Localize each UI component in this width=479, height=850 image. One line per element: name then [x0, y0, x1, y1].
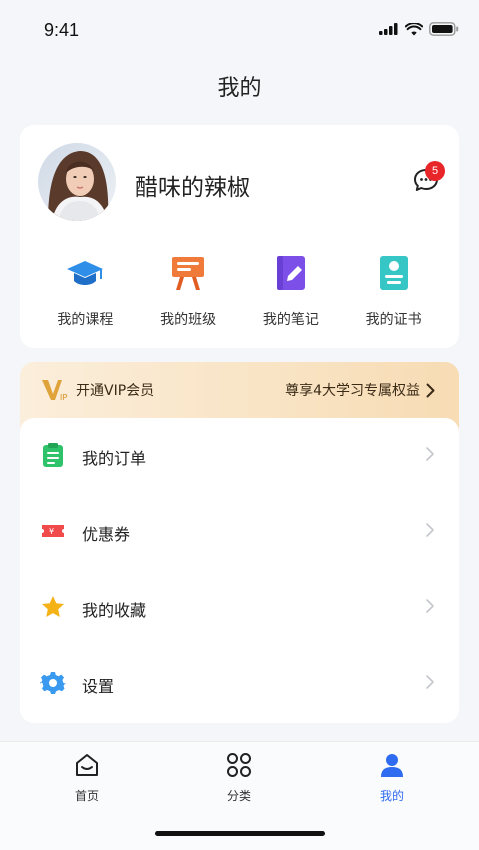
menu-label: 我的订单 — [82, 449, 147, 468]
settings-gear-icon — [40, 672, 66, 694]
status-time: 9:41 — [44, 20, 80, 40]
quick-link-label: 我的课程 — [57, 312, 114, 328]
chevron-right-icon — [426, 523, 434, 537]
chevron-right-icon — [426, 383, 435, 397]
graduation-cap-icon — [67, 261, 104, 285]
vip-benefit-link[interactable]: 尊享4大学习专属权益 — [285, 380, 435, 400]
chevron-right-icon — [426, 447, 434, 461]
menu-item-coupons[interactable]: ¥ 优惠券 — [20, 502, 459, 562]
vip-benefit-text: 尊享4大学习专属权益 — [285, 383, 420, 399]
signal-icon — [379, 23, 398, 35]
quick-link-notes[interactable]: 我的笔记 — [246, 253, 336, 329]
avatar[interactable] — [38, 143, 116, 221]
menu-label: 优惠券 — [82, 525, 131, 544]
tab-label: 首页 — [74, 789, 99, 803]
quick-link-label: 我的班级 — [160, 312, 217, 328]
certificate-icon — [379, 256, 408, 290]
profile-card: 醋味的辣椒 5 我的课程 我的班级 我的笔记 我的证书 — [20, 125, 459, 348]
chevron-right-icon — [426, 675, 434, 689]
menu-label: 我的收藏 — [82, 601, 147, 620]
tab-mine[interactable]: 我的 — [362, 752, 422, 804]
quick-link-courses[interactable]: 我的课程 — [40, 253, 130, 329]
tab-home[interactable]: 首页 — [57, 752, 117, 804]
battery-icon — [429, 22, 459, 36]
vip-label: 开通VIP会员 — [76, 383, 155, 399]
quick-links: 我的课程 我的班级 我的笔记 我的证书 — [20, 253, 459, 329]
home-indicator[interactable] — [155, 831, 325, 836]
message-count-badge: 5 — [425, 161, 445, 181]
vip-logo-icon: IP — [42, 380, 68, 402]
quick-link-classes[interactable]: 我的班级 — [143, 253, 233, 329]
class-board-icon — [172, 257, 205, 290]
menu-label: 设置 — [82, 677, 115, 696]
tab-category[interactable]: 分类 — [209, 752, 269, 804]
tab-label: 我的 — [379, 789, 404, 803]
menu-item-orders[interactable]: 我的订单 — [20, 426, 459, 486]
svg-text:¥: ¥ — [49, 527, 54, 536]
order-clipboard-icon — [43, 443, 63, 467]
quick-link-label: 我的证书 — [365, 312, 422, 328]
menu-card: 我的订单 ¥ 优惠券 我的收藏 设置 — [20, 418, 459, 723]
star-icon — [42, 596, 64, 617]
chevron-right-icon — [426, 599, 434, 613]
home-icon — [76, 754, 98, 776]
page-title: 我的 — [217, 76, 262, 101]
tab-label: 分类 — [226, 789, 251, 803]
status-bar: 9:41 — [0, 0, 479, 60]
category-icon — [227, 753, 251, 777]
quick-link-label: 我的笔记 — [262, 312, 319, 328]
notebook-icon — [276, 256, 305, 290]
svg-text:IP: IP — [60, 393, 68, 402]
user-icon — [381, 754, 403, 777]
menu-item-favorites[interactable]: 我的收藏 — [20, 578, 459, 638]
status-icons — [379, 22, 459, 36]
username: 醋味的辣椒 — [135, 175, 250, 201]
menu-item-settings[interactable]: 设置 — [20, 654, 459, 714]
quick-link-certificates[interactable]: 我的证书 — [349, 253, 439, 329]
messages-button[interactable]: 5 — [411, 161, 445, 195]
wifi-icon — [405, 22, 423, 35]
coupon-icon: ¥ — [42, 525, 64, 537]
